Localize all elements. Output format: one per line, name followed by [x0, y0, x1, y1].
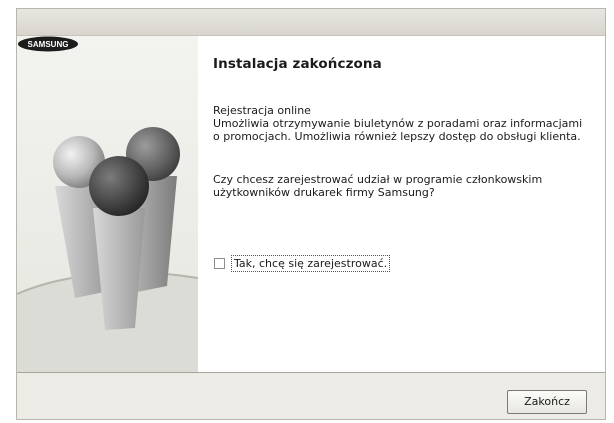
- register-checkbox-label[interactable]: Tak, chcę się zarejestrować.: [231, 254, 391, 272]
- wizard-content: SAMSUNG Instalacja zakończona Rejestracj…: [17, 36, 605, 373]
- registration-question: Czy chcesz zarejestrować udział w progra…: [213, 173, 543, 199]
- registration-info: Rejestracja online Umożliwia otrzymywani…: [213, 104, 588, 143]
- wizard-main-panel: Instalacja zakończona Rejestracja online…: [198, 36, 605, 372]
- title-bar: [17, 9, 605, 36]
- samsung-logo: SAMSUNG: [18, 36, 78, 52]
- page-title: Instalacja zakończona: [213, 56, 382, 72]
- figure-head-center: [89, 156, 149, 216]
- installer-window: SAMSUNG Instalacja zakończona Rejestracj…: [16, 8, 606, 420]
- decorative-figures-illustration: [17, 127, 198, 372]
- button-bar: Zakończ: [17, 373, 605, 419]
- logo-text: SAMSUNG: [28, 40, 69, 49]
- registration-description: Umożliwia otrzymywanie biuletynów z pora…: [213, 117, 583, 143]
- side-banner: SAMSUNG: [17, 36, 198, 372]
- register-option[interactable]: Tak, chcę się zarejestrować.: [214, 254, 391, 272]
- register-checkbox[interactable]: [214, 257, 225, 269]
- finish-button[interactable]: Zakończ: [507, 390, 587, 414]
- registration-title: Rejestracja online: [213, 104, 311, 117]
